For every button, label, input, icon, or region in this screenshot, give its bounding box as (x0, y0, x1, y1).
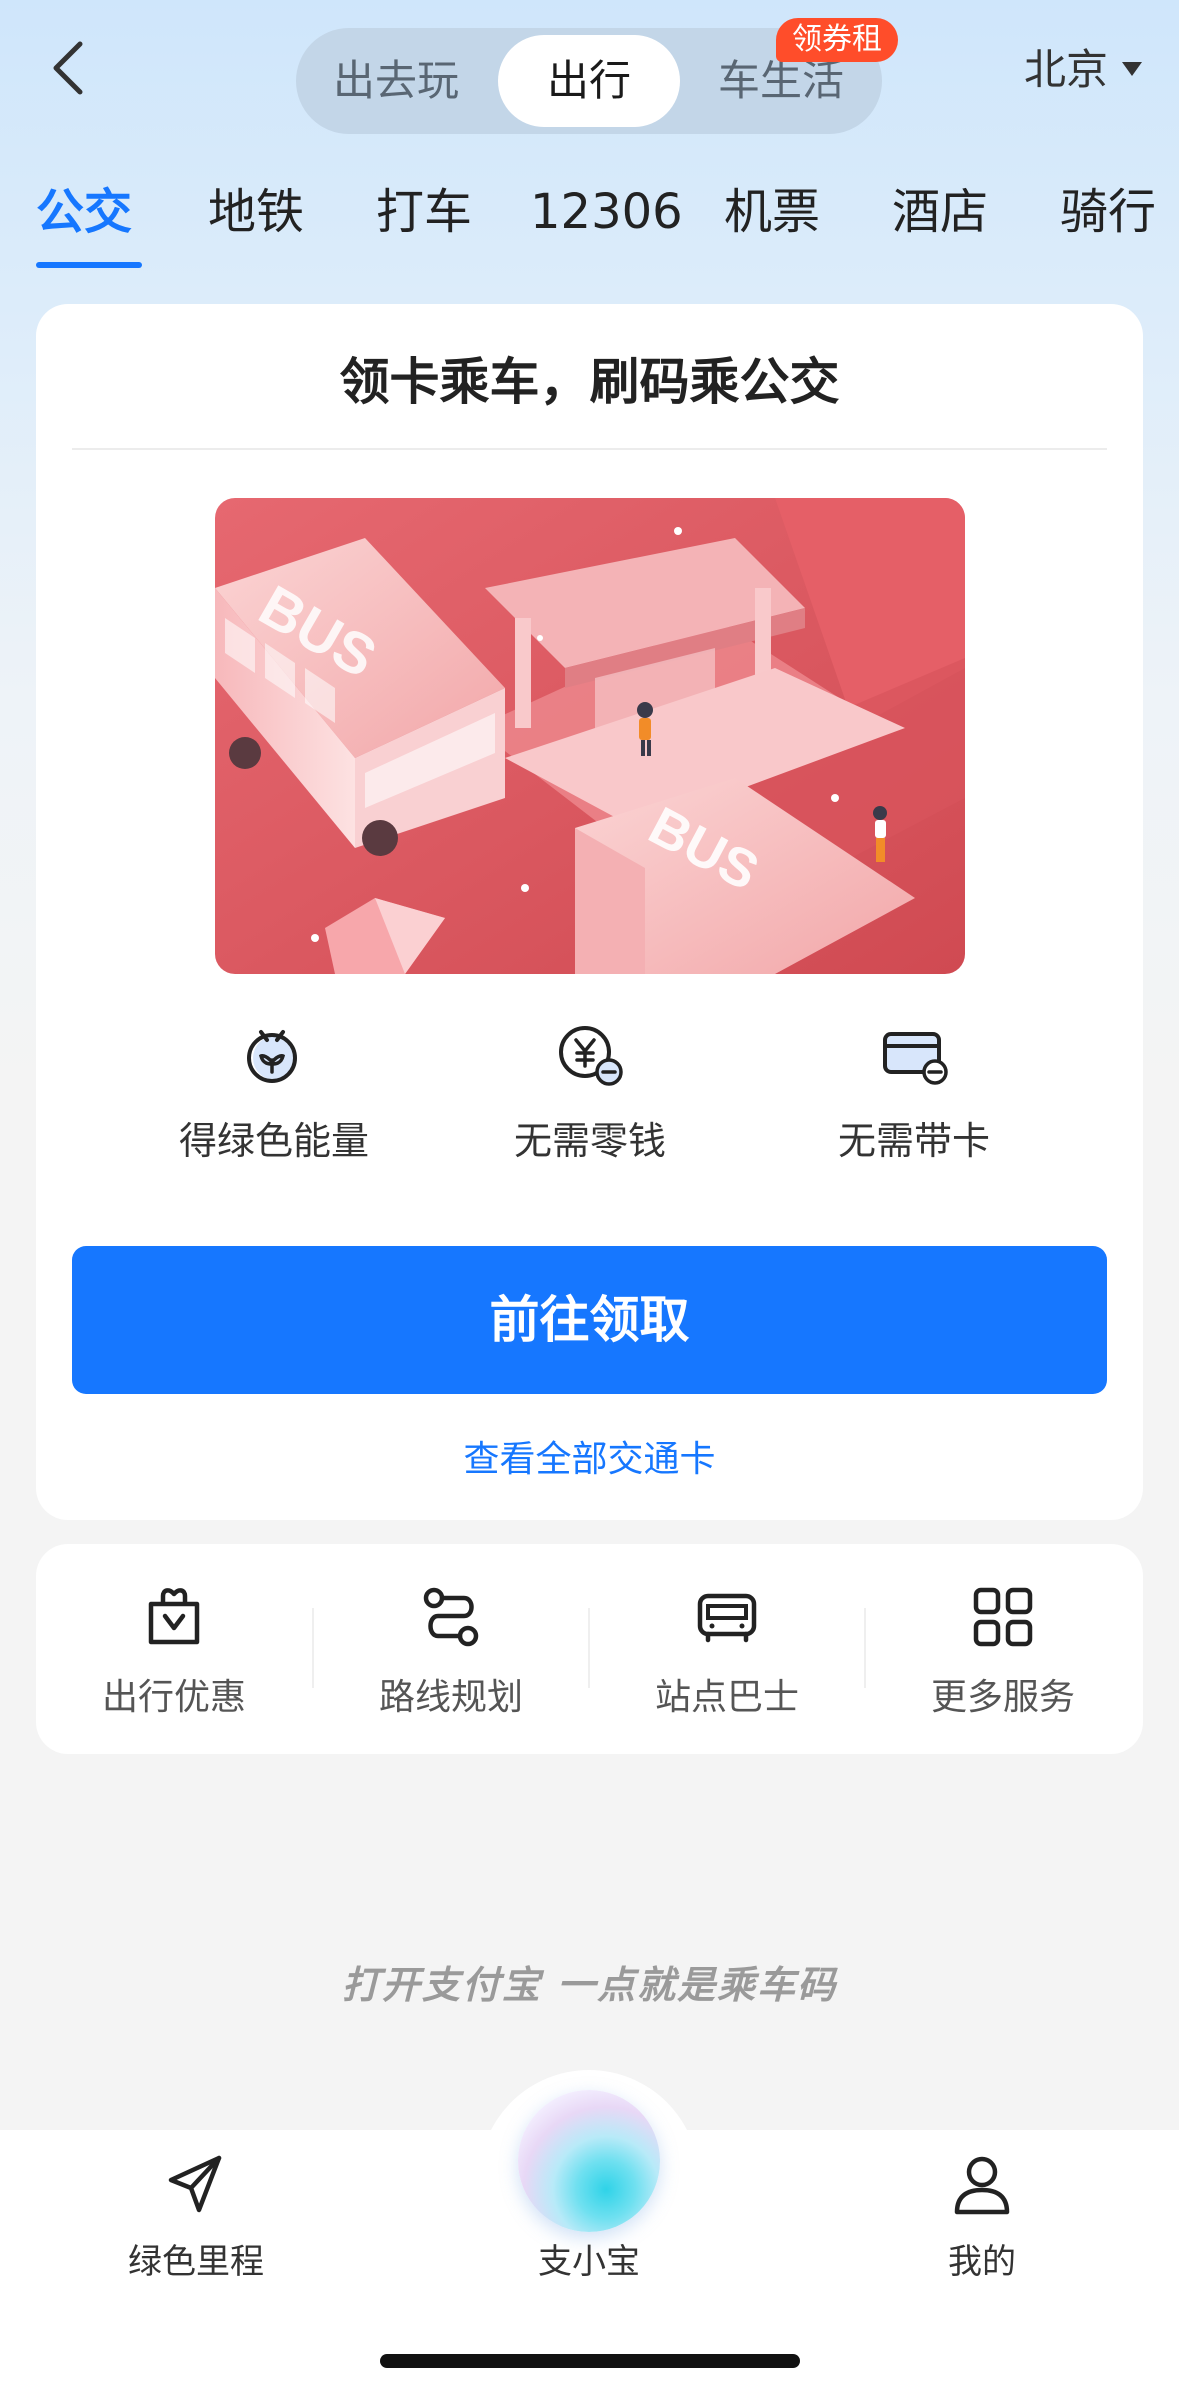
view-all-cards-link[interactable]: 查看全部交通卡 (36, 1430, 1143, 1482)
divider (72, 448, 1107, 450)
tab-taxi[interactable]: 打车 (376, 180, 472, 244)
tab-mine[interactable]: 我的 (862, 2150, 1102, 2283)
tab-assistant[interactable]: 支小宝 (469, 2150, 709, 2283)
tab-flight[interactable]: 机票 (724, 180, 820, 244)
promo-badge: 领券租 (776, 18, 898, 62)
tab-label: 我的 (948, 2242, 1016, 2282)
home-indicator[interactable] (380, 2354, 800, 2368)
feature-no-card: 无需带卡 (784, 1020, 1044, 1165)
feature-label: 得绿色能量 (178, 1119, 369, 1163)
tab-hotel[interactable]: 酒店 (892, 180, 988, 244)
bus-illustration: BUS BUS (215, 498, 965, 974)
feature-label: 无需带卡 (837, 1119, 990, 1163)
service-route-planning[interactable]: 路线规划 (313, 1584, 589, 1720)
gift-bag-icon (148, 1588, 200, 1645)
active-tab-indicator (36, 262, 142, 268)
feature-green-energy: 得绿色能量 (144, 1020, 404, 1165)
service-label: 更多服务 (930, 1677, 1075, 1718)
tab-label: 绿色里程 (128, 2242, 264, 2282)
feature-label: 无需零钱 (513, 1119, 666, 1163)
services-panel: 出行优惠 路线规划 站点巴士 更多服务 (36, 1544, 1143, 1754)
tab-bus[interactable]: 公交 (36, 180, 132, 244)
feature-no-change: 无需零钱 (460, 1020, 720, 1165)
service-label: 站点巴士 (654, 1677, 799, 1718)
card-title: 领卡乘车，刷码乘公交 (339, 353, 840, 411)
tab-label: 支小宝 (538, 2242, 640, 2282)
slogan-text: 打开支付宝 一点就是乘车码 (341, 1963, 838, 2007)
user-icon (954, 2156, 1010, 2215)
service-travel-deals[interactable]: 出行优惠 (36, 1584, 312, 1720)
segment-chuxing[interactable]: 出行 (498, 35, 680, 127)
no-card-icon (883, 1032, 948, 1085)
route-icon (423, 1587, 479, 1647)
service-more[interactable]: 更多服务 (865, 1584, 1141, 1720)
back-icon[interactable] (42, 38, 102, 98)
caret-down-icon[interactable] (1122, 62, 1142, 76)
tab-subway[interactable]: 地铁 (208, 180, 304, 244)
tab-12306[interactable]: 12306 (530, 180, 683, 244)
bus-card-panel: 领卡乘车，刷码乘公交 BUS BUS 得绿色能量 无需零钱 无需带卡 前往领取 … (36, 304, 1143, 1520)
tab-green-mileage[interactable]: 绿色里程 (76, 2150, 316, 2283)
no-change-icon (559, 1026, 623, 1086)
service-station-bus[interactable]: 站点巴士 (589, 1584, 865, 1720)
claim-card-button[interactable]: 前往领取 (72, 1246, 1107, 1394)
bus-icon (697, 1593, 757, 1643)
green-energy-icon (247, 1030, 297, 1083)
service-label: 路线规划 (378, 1677, 523, 1718)
grid-icon (973, 1587, 1033, 1647)
service-label: 出行优惠 (101, 1677, 246, 1718)
paper-plane-icon (168, 2155, 222, 2213)
segment-chuquwan[interactable]: 出去玩 (316, 35, 476, 127)
city-selector[interactable]: 北京 (1024, 40, 1108, 100)
tab-cycling[interactable]: 骑行 (1060, 180, 1156, 244)
